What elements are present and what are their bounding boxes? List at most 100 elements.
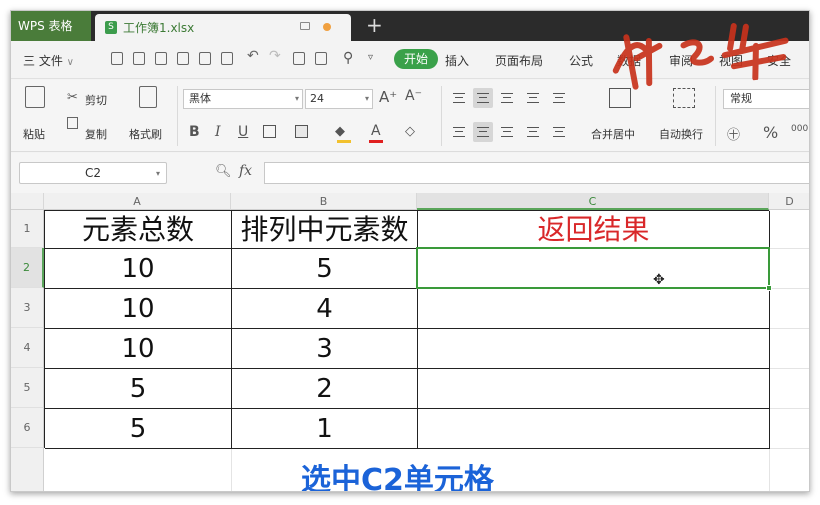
open-folder-icon[interactable] [133, 52, 145, 65]
borders-icon[interactable] [263, 125, 276, 138]
select-all-corner[interactable] [11, 193, 44, 210]
tab-insert[interactable]: 插入 [445, 52, 469, 69]
tab-page-layout[interactable]: 页面布局 [495, 52, 543, 69]
search-icon[interactable]: ⚲ [343, 50, 353, 66]
wrap-text-button[interactable]: 自动换行 [659, 126, 703, 142]
cell-a2[interactable]: 10 [45, 249, 232, 289]
cell-c5[interactable] [418, 369, 770, 409]
italic-button[interactable]: I [215, 124, 221, 140]
underline-button[interactable]: U [238, 124, 248, 140]
new-tab-plus-icon[interactable]: + [366, 13, 383, 37]
font-color-swatch [369, 140, 383, 143]
cell-b6[interactable]: 1 [232, 409, 418, 449]
align-top-icon[interactable] [449, 88, 469, 108]
merge-center-button[interactable]: 合并居中 [591, 126, 635, 142]
undo-icon[interactable]: ↶ [247, 48, 259, 64]
percent-icon[interactable]: % [763, 123, 778, 142]
fill-pattern-icon[interactable] [295, 125, 308, 138]
document-tab[interactable]: S 工作簿1.xlsx [95, 14, 351, 41]
save-icon[interactable] [155, 52, 167, 65]
clear-format-icon[interactable]: ◇ [405, 124, 415, 139]
cut-button[interactable]: 剪切 [85, 92, 107, 108]
row-header-2[interactable]: 2 [11, 248, 44, 288]
column-header-c[interactable]: C [417, 193, 769, 210]
cell-b3[interactable]: 4 [232, 289, 418, 329]
tab-formulas[interactable]: 公式 [569, 52, 593, 69]
cell-c6[interactable] [418, 409, 770, 449]
more-chevron-icon[interactable]: ▿ [368, 52, 373, 63]
align-bottom-icon[interactable] [497, 88, 517, 108]
export-icon[interactable] [315, 52, 327, 65]
cell-b4[interactable]: 3 [232, 329, 418, 369]
file-menu[interactable]: 三 文件 ∨ [23, 52, 74, 69]
monitor-icon[interactable] [300, 22, 310, 30]
decrease-font-size-icon[interactable]: A⁻ [405, 88, 422, 104]
row-header-6[interactable]: 6 [11, 408, 44, 448]
gridline [769, 328, 809, 329]
cell-a3[interactable]: 10 [45, 289, 232, 329]
copy-icon[interactable] [67, 117, 78, 129]
gridline [769, 368, 809, 369]
cell-a1[interactable]: 元素总数 [45, 211, 232, 249]
gridline [769, 288, 809, 289]
paste-icon[interactable] [25, 86, 45, 108]
column-header-d[interactable]: D [769, 193, 809, 210]
align-right-icon[interactable] [497, 122, 517, 142]
cell-c3[interactable] [418, 289, 770, 329]
cross-cursor-icon: ✥ [653, 272, 665, 288]
fill-handle[interactable] [766, 285, 772, 291]
fx-icon[interactable]: fx [239, 163, 252, 179]
cell-b2[interactable]: 5 [232, 249, 418, 289]
cell-c1[interactable]: 返回结果 [418, 211, 770, 249]
currency-icon[interactable]: ㊉ [727, 124, 740, 143]
bold-button[interactable]: B [189, 124, 200, 140]
increase-font-size-icon[interactable]: A⁺ [379, 88, 397, 106]
justify-icon[interactable] [523, 122, 543, 142]
font-name-select[interactable]: 黑体 ▾ [183, 89, 303, 109]
align-left-icon[interactable] [449, 122, 469, 142]
redo-icon[interactable]: ↷ [269, 48, 281, 64]
paste-button[interactable]: 粘贴 [23, 126, 45, 142]
align-middle-icon[interactable] [473, 88, 493, 108]
format-painter-button[interactable]: 格式刷 [129, 126, 162, 142]
preview-icon[interactable] [221, 52, 233, 65]
fill-color-icon[interactable]: ◆ [335, 124, 345, 139]
unsaved-dot-icon[interactable] [323, 23, 331, 31]
row-header-4[interactable]: 4 [11, 328, 44, 368]
name-box[interactable]: C2 ▾ [19, 162, 167, 184]
app-tab-wps[interactable]: WPS 表格 [11, 11, 91, 41]
cell-c4[interactable] [418, 329, 770, 369]
distributed-align-icon[interactable] [549, 122, 569, 142]
spreadsheet-grid: A B C D 1 2 3 4 5 6 元素总数 排列中元素数 返回结果 10 … [11, 193, 809, 491]
cell-a6[interactable]: 5 [45, 409, 232, 449]
decrease-indent-icon[interactable] [523, 88, 543, 108]
font-size-select[interactable]: 24 ▾ [305, 89, 373, 109]
pdf-icon[interactable] [293, 52, 305, 65]
cell-b1[interactable]: 排列中元素数 [232, 211, 418, 249]
formula-input[interactable] [264, 162, 809, 184]
gridline [769, 448, 809, 449]
cell-b5[interactable]: 2 [232, 369, 418, 409]
thousands-icon[interactable]: 000 [791, 124, 808, 134]
format-painter-icon[interactable] [139, 86, 157, 108]
column-header-a[interactable]: A [44, 193, 231, 210]
increase-indent-icon[interactable] [549, 88, 569, 108]
print-preview-icon[interactable] [199, 52, 211, 65]
row-header-5[interactable]: 5 [11, 368, 44, 408]
tab-start[interactable]: 开始 [394, 49, 438, 69]
chevron-down-icon: ▾ [364, 94, 369, 103]
copy-button[interactable]: 复制 [85, 126, 107, 142]
cell-a5[interactable]: 5 [45, 369, 232, 409]
column-header-b[interactable]: B [231, 193, 417, 210]
zoom-icon[interactable]: 🔍︎ [215, 164, 232, 179]
font-color-icon[interactable]: A [371, 123, 381, 139]
new-file-icon[interactable] [111, 52, 123, 65]
row-header-1[interactable]: 1 [11, 210, 44, 248]
align-center-icon[interactable] [473, 122, 493, 142]
row-header-3[interactable]: 3 [11, 288, 44, 328]
row-header-7[interactable] [11, 448, 44, 491]
print-icon[interactable] [177, 52, 189, 65]
file-menu-label: 三 文件 [23, 54, 63, 68]
cell-a4[interactable]: 10 [45, 329, 232, 369]
cut-icon[interactable]: ✂ [67, 90, 78, 105]
